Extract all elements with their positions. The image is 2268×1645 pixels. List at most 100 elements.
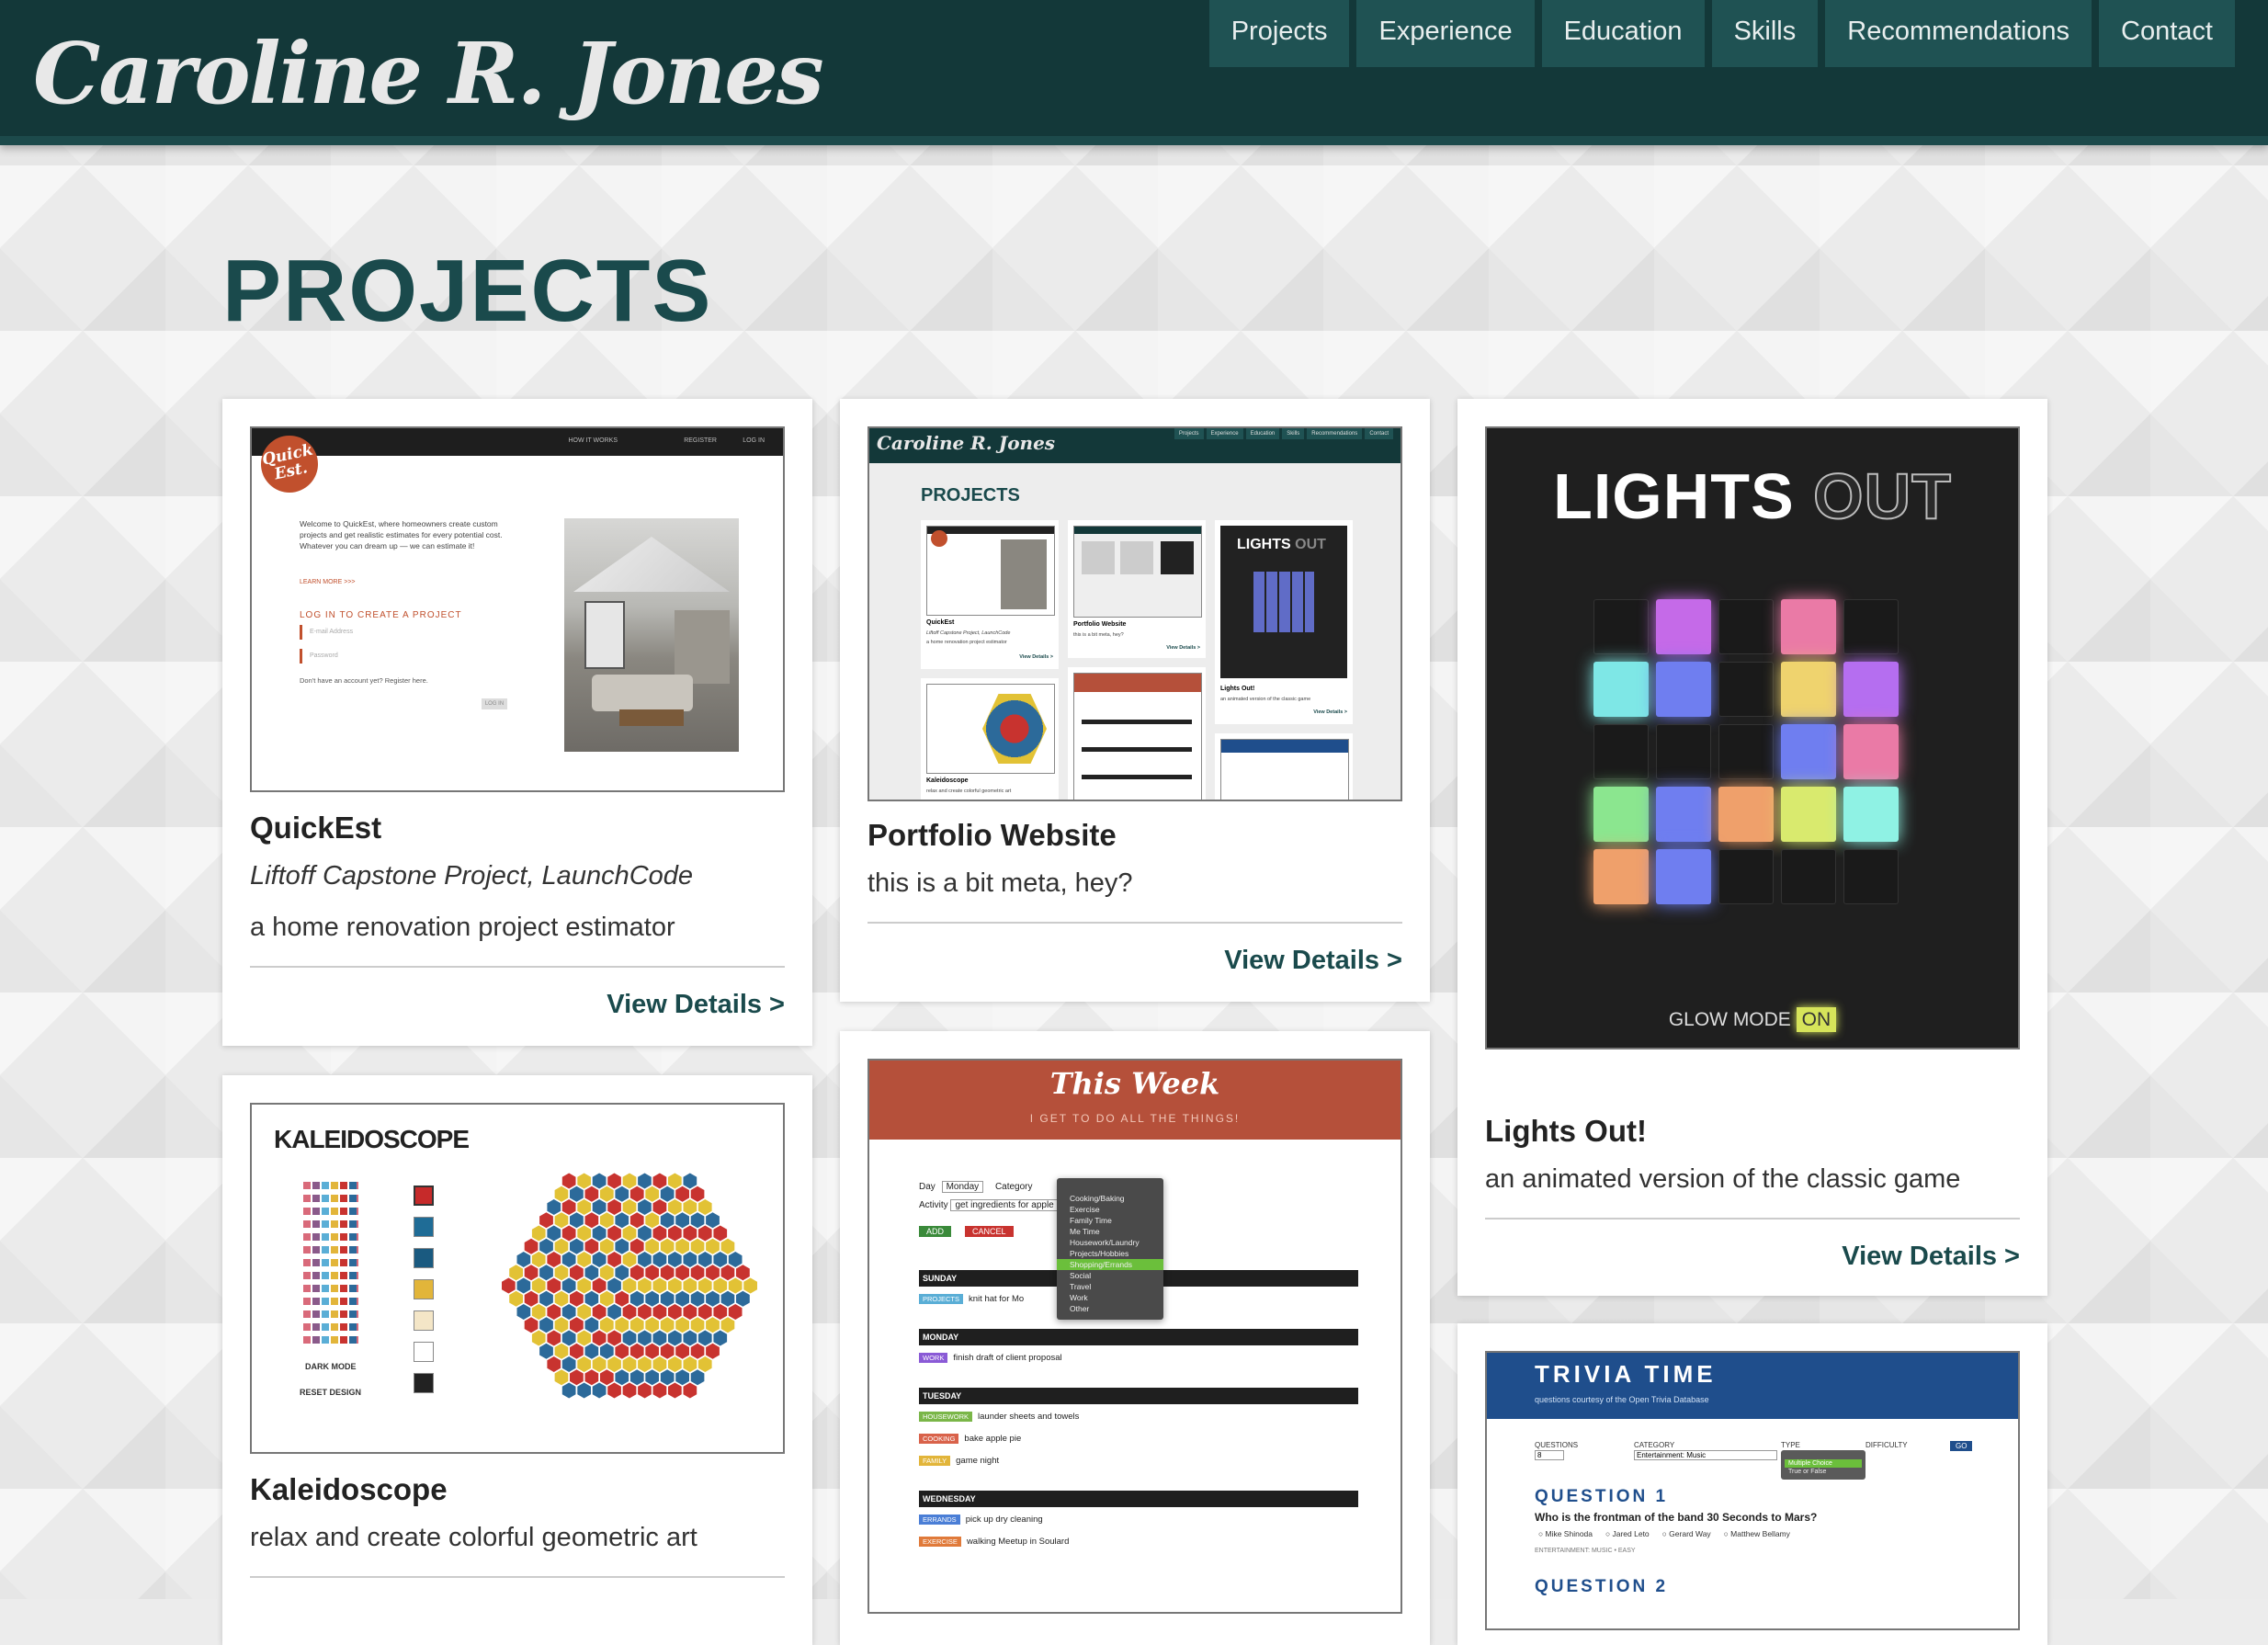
ks-hex-cell (547, 1304, 561, 1320)
trivia-thumbnail[interactable]: TRIVIA TIME questions courtesy of the Op… (1485, 1351, 2020, 1630)
pf-mini-title: Kaleidoscope (926, 777, 969, 784)
ks-hex-cell (561, 1252, 576, 1267)
ks-hex-cell (697, 1277, 712, 1294)
ks-hex-cell (683, 1252, 697, 1267)
ks-hex-cell (516, 1252, 531, 1267)
ks-hex-cell (577, 1225, 591, 1242)
quickest-thumbnail[interactable]: HOW IT WORKS REGISTER LOG IN Quick Est. … (250, 426, 785, 792)
tt-answer-option: ○ Mike Shinoda (1538, 1529, 1593, 1538)
ks-hex-cell (561, 1382, 576, 1399)
lo-cell (1718, 787, 1774, 842)
tt-header: TRIVIA TIME questions courtesy of the Op… (1487, 1353, 2018, 1419)
ks-hex-cell (615, 1369, 629, 1386)
ks-hex-cell (554, 1317, 569, 1333)
lo-cell (1781, 599, 1836, 654)
pf-mini-desc: this is a bit meta, hey? (1073, 632, 1124, 638)
tt-credit: questions courtesy of the Open Trivia Da… (1535, 1395, 1709, 1404)
ks-hex-cell (690, 1317, 705, 1333)
tw-category-dropdown: Cooking/Baking Exercise Family Time Me Time… (1057, 1178, 1163, 1320)
tw-task-tag: ERRANDS (919, 1515, 960, 1525)
ks-hex-cell (652, 1252, 667, 1267)
ks-hex-cell (668, 1356, 682, 1372)
pf-mini-desc: a home renovation project estimator (926, 640, 1007, 645)
project-description: an animated version of the classic game (1485, 1164, 1961, 1194)
view-details-link[interactable]: View Details > (607, 990, 785, 1020)
ks-hex-cell (652, 1330, 667, 1346)
ks-hex-cell (577, 1199, 591, 1215)
ks-hex-cell (660, 1265, 675, 1281)
ks-hex-cell (713, 1277, 728, 1294)
tw-cancel-button: CANCEL (965, 1226, 1014, 1237)
kaleidoscope-thumbnail[interactable]: KALEIDOSCOPE DARK MODE RESET DESIGN (250, 1103, 785, 1454)
tw-category-option: Housework/Laundry (1070, 1238, 1140, 1247)
this-week-thumbnail[interactable]: This Week I GET TO DO ALL THE THINGS! Da… (868, 1059, 1402, 1614)
ks-hex-cell (607, 1382, 621, 1399)
ks-hex-cell (697, 1252, 712, 1267)
ks-hex-cell (607, 1225, 621, 1242)
ks-hex-cell (531, 1252, 546, 1267)
ks-hex-cell (720, 1317, 735, 1333)
lo-cell (1593, 787, 1649, 842)
ks-dark-mode: DARK MODE (305, 1362, 357, 1371)
lights-out-thumbnail[interactable]: LIGHTS OUT GLOW MODE ON (1485, 426, 2020, 1049)
lo-cell (1656, 724, 1711, 779)
lo-cell (1781, 849, 1836, 904)
ks-hex-cell (652, 1304, 667, 1320)
ks-hex-cell (592, 1382, 607, 1399)
tw-title: This Week (1049, 1066, 1220, 1101)
ks-hex-cell (660, 1317, 675, 1333)
tw-task: COOKING bake apple pie (919, 1434, 1021, 1444)
nav-experience[interactable]: Experience (1356, 0, 1535, 67)
view-details-link[interactable]: View Details > (1224, 946, 1402, 976)
ks-hex-cell (668, 1382, 682, 1399)
portfolio-thumbnail[interactable]: Caroline R. Jones Projects Experience Ed… (868, 426, 1402, 801)
nav-education[interactable]: Education (1541, 0, 1705, 67)
ks-hex-cell (622, 1199, 637, 1215)
tt-answer-option: ○ Matthew Bellamy (1723, 1529, 1790, 1538)
nav-contact[interactable]: Contact (2099, 0, 2235, 67)
nav-projects[interactable]: Projects (1208, 0, 1350, 67)
ks-hex-cell (638, 1277, 652, 1294)
ks-reset: RESET DESIGN (300, 1388, 362, 1397)
nav-recommendations[interactable]: Recommendations (1825, 0, 2092, 67)
ks-hex-cell (592, 1277, 607, 1294)
lo-cell (1781, 787, 1836, 842)
ks-hex-cell (645, 1265, 659, 1281)
ks-hex-cell (638, 1173, 652, 1189)
ks-hex-cell (629, 1343, 644, 1359)
ks-hex-cell (683, 1356, 697, 1372)
tt-answers: ○ Mike Shinoda ○ Jared Leto ○ Gerard Way ○ … (1538, 1529, 1790, 1538)
tw-task-text: walking Meetup in Soulard (966, 1537, 1070, 1547)
ks-hex-pattern (502, 1173, 757, 1399)
ks-hex-cell (547, 1330, 561, 1346)
site-logo[interactable]: Caroline R. Jones (33, 24, 824, 123)
tw-tagline: I GET TO DO ALL THE THINGS! (1029, 1112, 1241, 1125)
ks-hex-cell (638, 1304, 652, 1320)
tw-task-text: launder sheets and towels (978, 1412, 1080, 1422)
qe-learn-more: LEARN MORE >>> (300, 579, 356, 585)
ks-hex-cell (660, 1343, 675, 1359)
ks-hex-cell (539, 1290, 553, 1307)
ks-hex-cell (690, 1343, 705, 1359)
tw-task-text: knit hat for Mo (969, 1294, 1025, 1304)
tw-task: WORK finish draft of client proposal (919, 1353, 1062, 1363)
ks-hex-cell (584, 1265, 599, 1281)
view-details-link[interactable]: View Details > (1842, 1242, 2020, 1272)
ks-hex-cell (524, 1238, 539, 1254)
ks-hex-cell (607, 1304, 621, 1320)
ks-hex-cell (577, 1330, 591, 1346)
nav-skills[interactable]: Skills (1711, 0, 1819, 67)
ks-hex-cell (683, 1277, 697, 1294)
ks-hex-cell (561, 1277, 576, 1294)
lo-glow-label: GLOW MODE (1668, 1009, 1791, 1030)
lo-cell (1593, 599, 1649, 654)
ks-hex-cell (683, 1199, 697, 1215)
ks-hex-cell (539, 1343, 553, 1359)
pf-nav-item: Projects (1174, 428, 1204, 439)
ks-hex-cell (675, 1212, 689, 1229)
project-card-portfolio: Caroline R. Jones Projects Experience Ed… (840, 399, 1430, 1002)
qe-nav-how: HOW IT WORKS (568, 437, 618, 444)
ks-hex-cell (645, 1186, 659, 1202)
ks-hex-cell (645, 1317, 659, 1333)
tw-category-option: Work (1070, 1293, 1088, 1302)
